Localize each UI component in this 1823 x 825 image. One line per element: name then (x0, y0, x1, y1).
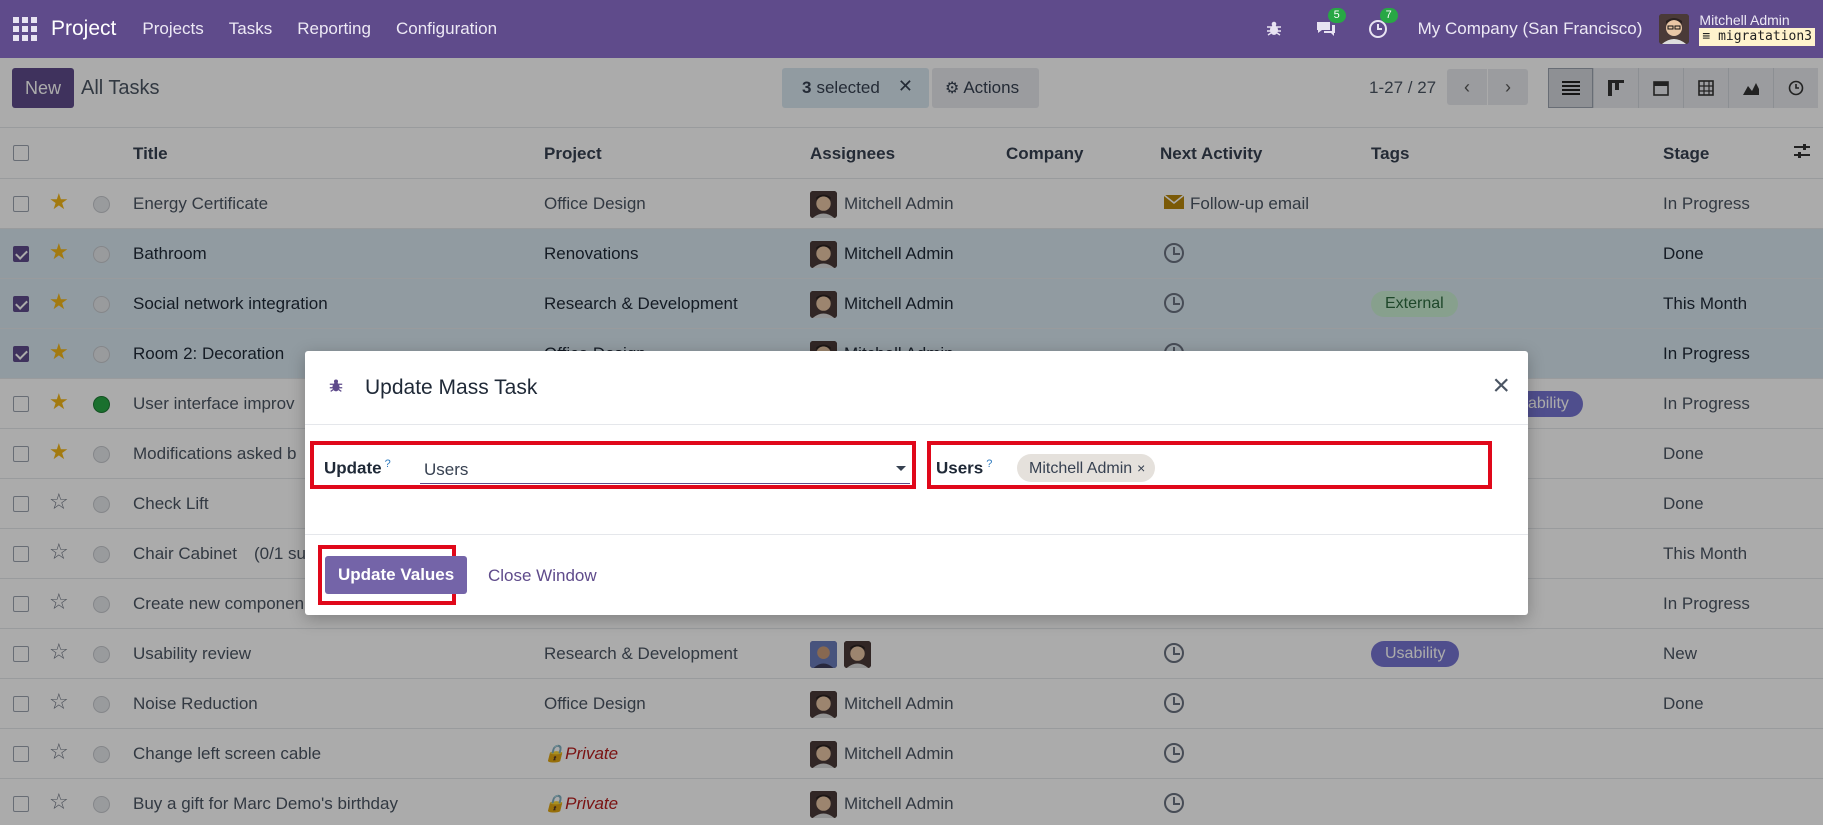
top-navbar: Project Projects Tasks Reporting Configu… (0, 0, 1823, 58)
dialog-footer: Update Values Close Window (305, 534, 1528, 615)
users-field-highlight (927, 441, 1492, 489)
user-tag-label: Mitchell Admin (1029, 460, 1133, 477)
close-window-button[interactable]: Close Window (488, 566, 597, 586)
menu-tasks[interactable]: Tasks (229, 19, 272, 39)
apps-menu-icon[interactable] (13, 17, 37, 41)
database-icon: ≡ (1702, 28, 1719, 44)
company-switcher[interactable]: My Company (San Francisco) (1418, 19, 1643, 39)
user-menu[interactable]: Mitchell Admin ≡ migratation3 (1699, 11, 1815, 46)
dialog-header: Update Mass Task × (305, 351, 1528, 425)
database-name: ≡ migratation3 (1699, 27, 1815, 46)
chat-count-badge: 5 (1327, 8, 1346, 23)
app-name[interactable]: Project (51, 17, 116, 41)
update-field-label: Update? (324, 458, 391, 478)
menu-configuration[interactable]: Configuration (396, 19, 497, 39)
activity-count-badge: 7 (1379, 8, 1398, 23)
update-values-button[interactable]: Update Values (325, 556, 468, 594)
user-tag-chip: Mitchell Admin × (1017, 454, 1156, 482)
menu-reporting[interactable]: Reporting (297, 19, 371, 39)
user-name: Mitchell Admin (1699, 11, 1790, 28)
chat-icon[interactable]: 5 (1314, 8, 1346, 41)
activity-clock-icon[interactable]: 7 (1366, 8, 1398, 41)
menu-projects[interactable]: Projects (142, 19, 203, 39)
update-field-select[interactable]: Users (420, 454, 910, 484)
caret-down-icon (896, 466, 906, 471)
dialog-title: Update Mass Task (365, 376, 538, 399)
update-field-value: Users (424, 460, 469, 479)
debug-bug-icon[interactable] (328, 377, 344, 400)
debug-bug-icon[interactable] (1262, 17, 1286, 41)
remove-tag-icon[interactable]: × (1137, 460, 1145, 476)
user-avatar[interactable] (1659, 14, 1690, 44)
close-icon[interactable]: × (1492, 371, 1510, 401)
help-tooltip-icon[interactable]: ? (986, 458, 992, 470)
help-tooltip-icon[interactable]: ? (385, 458, 391, 470)
update-mass-task-dialog: Update Mass Task × Update? Users Users? … (305, 351, 1528, 615)
users-field-label: Users? (936, 458, 993, 478)
